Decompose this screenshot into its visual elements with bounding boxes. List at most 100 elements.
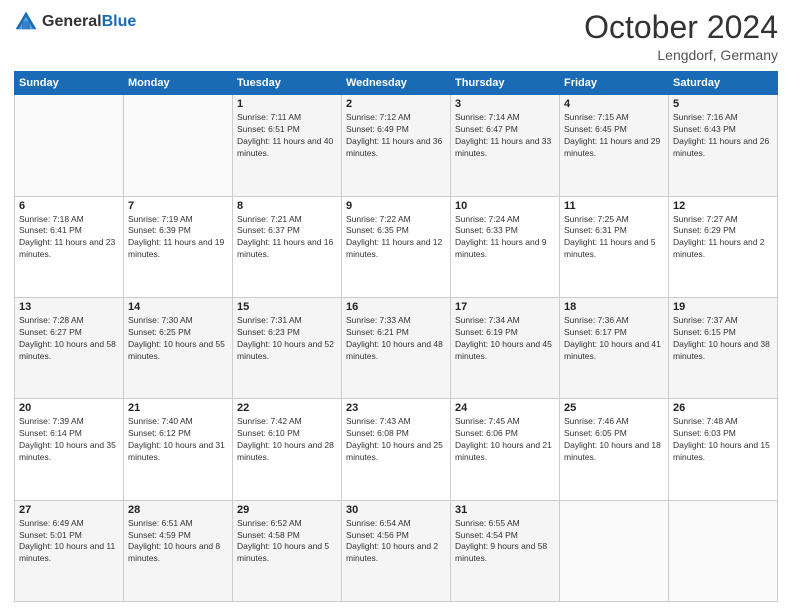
day-cell: 29Sunrise: 6:52 AMSunset: 4:58 PMDayligh… <box>233 500 342 601</box>
day-info: Sunrise: 7:30 AMSunset: 6:25 PMDaylight:… <box>128 315 228 363</box>
day-cell <box>560 500 669 601</box>
col-tuesday: Tuesday <box>233 72 342 95</box>
day-number: 19 <box>673 301 773 313</box>
day-cell: 10 Sunrise: 7:24 AMSunset: 6:33 PMDayligh… <box>451 196 560 297</box>
day-cell: 9 Sunrise: 7:22 AMSunset: 6:35 PMDaylight… <box>342 196 451 297</box>
day-cell: 14 Sunrise: 7:30 AMSunset: 6:25 PMDayligh… <box>124 297 233 398</box>
day-number: 29 <box>237 504 337 516</box>
day-info: Sunrise: 7:14 AMSunset: 6:47 PMDaylight:… <box>455 112 555 160</box>
day-number: 11 <box>564 200 664 212</box>
day-info: Sunrise: 7:46 AMSunset: 6:05 PMDaylight:… <box>564 416 664 464</box>
day-cell: 15 Sunrise: 7:31 AMSunset: 6:23 PMDayligh… <box>233 297 342 398</box>
week-row-1: 6 Sunrise: 7:18 AMSunset: 6:41 PMDaylight… <box>15 196 778 297</box>
day-number: 6 <box>19 200 119 212</box>
day-cell: 11 Sunrise: 7:25 AMSunset: 6:31 PMDayligh… <box>560 196 669 297</box>
day-number: 10 <box>455 200 555 212</box>
day-number: 7 <box>128 200 228 212</box>
col-wednesday: Wednesday <box>342 72 451 95</box>
col-monday: Monday <box>124 72 233 95</box>
day-info: Sunrise: 7:40 AMSunset: 6:12 PMDaylight:… <box>128 416 228 464</box>
day-number: 22 <box>237 402 337 414</box>
day-info: Sunrise: 7:18 AMSunset: 6:41 PMDaylight:… <box>19 214 119 262</box>
day-cell: 19Sunrise: 7:37 AMSunset: 6:15 PMDayligh… <box>669 297 778 398</box>
day-info: Sunrise: 7:45 AMSunset: 6:06 PMDaylight:… <box>455 416 555 464</box>
day-number: 17 <box>455 301 555 313</box>
day-cell: 16 Sunrise: 7:33 AMSunset: 6:21 PMDayligh… <box>342 297 451 398</box>
day-cell <box>124 95 233 196</box>
day-cell <box>15 95 124 196</box>
day-number: 1 <box>237 98 337 110</box>
logo-icon <box>14 10 38 34</box>
day-info: Sunrise: 7:31 AMSunset: 6:23 PMDaylight:… <box>237 315 337 363</box>
day-info: Sunrise: 7:16 AMSunset: 6:43 PMDaylight:… <box>673 112 773 160</box>
day-info: Sunrise: 7:48 AMSunset: 6:03 PMDaylight:… <box>673 416 773 464</box>
day-cell: 5 Sunrise: 7:16 AMSunset: 6:43 PMDaylight… <box>669 95 778 196</box>
header-row: Sunday Monday Tuesday Wednesday Thursday… <box>15 72 778 95</box>
day-number: 21 <box>128 402 228 414</box>
logo-blue: Blue <box>102 13 137 31</box>
day-number: 16 <box>346 301 446 313</box>
day-info: Sunrise: 7:36 AMSunset: 6:17 PMDaylight:… <box>564 315 664 363</box>
day-info: Sunrise: 7:15 AMSunset: 6:45 PMDaylight:… <box>564 112 664 160</box>
day-cell: 30Sunrise: 6:54 AMSunset: 4:56 PMDayligh… <box>342 500 451 601</box>
day-cell: 2Sunrise: 7:12 AMSunset: 6:49 PMDaylight… <box>342 95 451 196</box>
day-cell: 1 Sunrise: 7:11 AMSunset: 6:51 PMDaylight… <box>233 95 342 196</box>
week-row-4: 27 Sunrise: 6:49 AMSunset: 5:01 PMDayligh… <box>15 500 778 601</box>
day-info: Sunrise: 7:25 AMSunset: 6:31 PMDaylight:… <box>564 214 664 262</box>
day-info: Sunrise: 7:22 AMSunset: 6:35 PMDaylight:… <box>346 214 446 262</box>
day-cell: 24 Sunrise: 7:45 AMSunset: 6:06 PMDayligh… <box>451 399 560 500</box>
day-cell: 25 Sunrise: 7:46 AMSunset: 6:05 PMDayligh… <box>560 399 669 500</box>
day-cell: 21 Sunrise: 7:40 AMSunset: 6:12 PMDayligh… <box>124 399 233 500</box>
day-number: 30 <box>346 504 446 516</box>
day-number: 26 <box>673 402 773 414</box>
day-cell: 4 Sunrise: 7:15 AMSunset: 6:45 PMDaylight… <box>560 95 669 196</box>
day-number: 14 <box>128 301 228 313</box>
week-row-2: 13 Sunrise: 7:28 AMSunset: 6:27 PMDayligh… <box>15 297 778 398</box>
week-row-3: 20 Sunrise: 7:39 AMSunset: 6:14 PMDayligh… <box>15 399 778 500</box>
day-cell: 18Sunrise: 7:36 AMSunset: 6:17 PMDayligh… <box>560 297 669 398</box>
calendar-title: October 2024 <box>584 10 778 45</box>
day-number: 9 <box>346 200 446 212</box>
day-info: Sunrise: 7:28 AMSunset: 6:27 PMDaylight:… <box>19 315 119 363</box>
day-info: Sunrise: 7:19 AMSunset: 6:39 PMDaylight:… <box>128 214 228 262</box>
day-cell: 6 Sunrise: 7:18 AMSunset: 6:41 PMDaylight… <box>15 196 124 297</box>
day-number: 5 <box>673 98 773 110</box>
header: General Blue October 2024 Lengdorf, Germ… <box>14 10 778 63</box>
day-number: 27 <box>19 504 119 516</box>
day-number: 15 <box>237 301 337 313</box>
calendar-table: Sunday Monday Tuesday Wednesday Thursday… <box>14 71 778 602</box>
day-cell: 22Sunrise: 7:42 AMSunset: 6:10 PMDayligh… <box>233 399 342 500</box>
col-thursday: Thursday <box>451 72 560 95</box>
title-block: October 2024 Lengdorf, Germany <box>584 10 778 63</box>
day-info: Sunrise: 7:11 AMSunset: 6:51 PMDaylight:… <box>237 112 337 160</box>
day-cell: 17Sunrise: 7:34 AMSunset: 6:19 PMDayligh… <box>451 297 560 398</box>
logo-general: General <box>42 13 102 31</box>
day-info: Sunrise: 7:24 AMSunset: 6:33 PMDaylight:… <box>455 214 555 262</box>
day-number: 4 <box>564 98 664 110</box>
calendar-subtitle: Lengdorf, Germany <box>584 47 778 63</box>
day-cell: 23Sunrise: 7:43 AMSunset: 6:08 PMDayligh… <box>342 399 451 500</box>
day-cell: 13 Sunrise: 7:28 AMSunset: 6:27 PMDayligh… <box>15 297 124 398</box>
day-number: 28 <box>128 504 228 516</box>
col-friday: Friday <box>560 72 669 95</box>
day-cell: 20 Sunrise: 7:39 AMSunset: 6:14 PMDayligh… <box>15 399 124 500</box>
day-info: Sunrise: 7:12 AMSunset: 6:49 PMDaylight:… <box>346 112 446 160</box>
day-cell: 31Sunrise: 6:55 AMSunset: 4:54 PMDayligh… <box>451 500 560 601</box>
day-number: 24 <box>455 402 555 414</box>
day-info: Sunrise: 7:33 AMSunset: 6:21 PMDaylight:… <box>346 315 446 363</box>
day-number: 3 <box>455 98 555 110</box>
day-number: 31 <box>455 504 555 516</box>
day-cell: 3 Sunrise: 7:14 AMSunset: 6:47 PMDaylight… <box>451 95 560 196</box>
day-cell: 28Sunrise: 6:51 AMSunset: 4:59 PMDayligh… <box>124 500 233 601</box>
day-number: 20 <box>19 402 119 414</box>
col-saturday: Saturday <box>669 72 778 95</box>
day-number: 25 <box>564 402 664 414</box>
calendar-page: General Blue October 2024 Lengdorf, Germ… <box>0 0 792 612</box>
day-info: Sunrise: 7:39 AMSunset: 6:14 PMDaylight:… <box>19 416 119 464</box>
day-cell: 26 Sunrise: 7:48 AMSunset: 6:03 PMDayligh… <box>669 399 778 500</box>
day-cell <box>669 500 778 601</box>
day-cell: 27 Sunrise: 6:49 AMSunset: 5:01 PMDayligh… <box>15 500 124 601</box>
day-number: 13 <box>19 301 119 313</box>
day-info: Sunrise: 7:43 AMSunset: 6:08 PMDaylight:… <box>346 416 446 464</box>
day-info: Sunrise: 6:49 AMSunset: 5:01 PMDaylight:… <box>19 518 119 566</box>
